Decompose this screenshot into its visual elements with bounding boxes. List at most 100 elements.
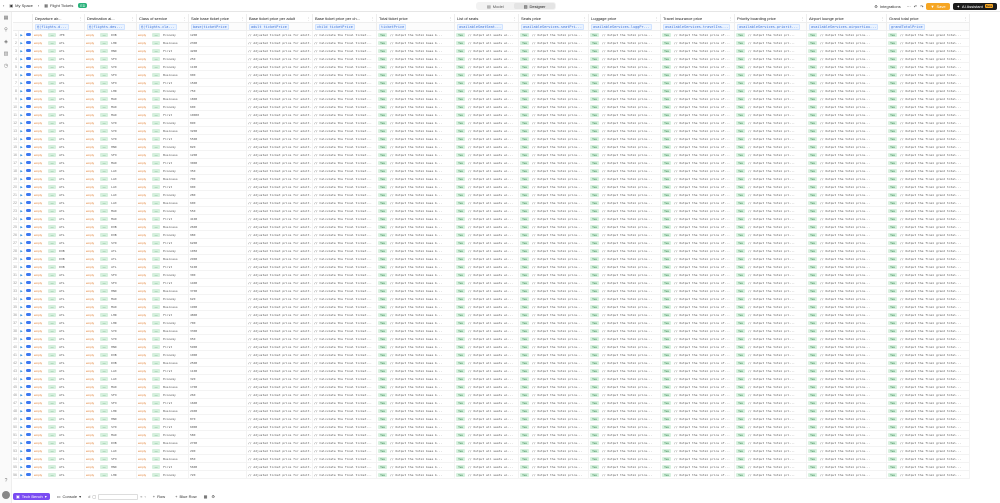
total-price-cell[interactable]: Yes// Output the total base b... bbox=[377, 446, 455, 455]
luggage-price-cell[interactable]: Yes// Output the total price... bbox=[589, 262, 661, 271]
class-cell[interactable]: empty — Economy bbox=[137, 334, 189, 343]
seats-list-cell[interactable]: Yes// Output all seats wi... bbox=[455, 118, 519, 127]
class-cell[interactable]: empty — Economy bbox=[137, 54, 189, 63]
luggage-price-cell[interactable]: Yes// Output the total price... bbox=[589, 454, 661, 463]
toggle-switch[interactable] bbox=[26, 305, 31, 308]
filter-icon[interactable]: ⚲ bbox=[0, 24, 12, 36]
seats-list-cell[interactable]: Yes// Output all seats wi... bbox=[455, 142, 519, 151]
column-menu-icon[interactable]: ⋮ bbox=[801, 17, 805, 21]
seats-list-cell[interactable]: Yes// Output all seats wi... bbox=[455, 38, 519, 47]
grand-total-cell[interactable]: Yes// Output the final grand total... bbox=[887, 446, 970, 455]
row-toggle[interactable] bbox=[25, 134, 33, 143]
page-input[interactable] bbox=[98, 493, 139, 500]
seats-list-cell[interactable]: Yes// Output all seats wi... bbox=[455, 446, 519, 455]
luggage-price-cell[interactable]: Yes// Output the total price... bbox=[589, 302, 661, 311]
lounge-price-cell[interactable]: Yes// Output the total price... bbox=[807, 382, 887, 391]
seats-price-cell[interactable]: Yes// Output the total price... bbox=[519, 206, 589, 215]
insurance-price-cell[interactable]: Yes// Output the total price of... bbox=[661, 342, 735, 351]
departure-cell[interactable]: empty — ATL bbox=[33, 294, 85, 303]
priority-price-cell[interactable]: Yes// Output the total pri... bbox=[735, 350, 807, 359]
toggle-switch[interactable] bbox=[26, 401, 31, 404]
row-toggle[interactable] bbox=[25, 302, 33, 311]
row-toggle[interactable] bbox=[25, 70, 33, 79]
class-cell[interactable]: empty — First bbox=[137, 366, 189, 375]
priority-price-cell[interactable]: Yes// Output the total pri... bbox=[735, 334, 807, 343]
column-menu-icon[interactable]: ⋮ bbox=[583, 17, 587, 21]
base-price-cell[interactable]: 5500 bbox=[189, 134, 247, 143]
row-toggle[interactable] bbox=[25, 454, 33, 463]
toggle-switch[interactable] bbox=[26, 81, 31, 84]
insurance-price-cell[interactable]: Yes// Output the total price of... bbox=[661, 470, 735, 479]
base-price-cell[interactable]: 1200 bbox=[189, 150, 247, 159]
destination-cell[interactable]: empty — ATL bbox=[85, 254, 137, 263]
breadcrumb-space[interactable]: ▣ My Space bbox=[6, 2, 36, 9]
seats-list-cell[interactable]: Yes// Output all seats wi... bbox=[455, 110, 519, 119]
destination-cell[interactable]: empty — LAX bbox=[85, 174, 137, 183]
adult-price-cell[interactable]: // Adjusted ticket price for adult... bbox=[247, 326, 313, 335]
priority-price-cell[interactable]: Yes// Output the total pri... bbox=[735, 46, 807, 55]
seats-price-cell[interactable]: Yes// Output the total price... bbox=[519, 398, 589, 407]
row-toggle[interactable] bbox=[25, 406, 33, 415]
column-header[interactable]: Travel insurance price ⋮ bbox=[661, 14, 735, 23]
total-price-cell[interactable]: Yes// Output the total base b... bbox=[377, 294, 455, 303]
destination-cell[interactable]: empty — DXB bbox=[85, 222, 137, 231]
base-price-cell[interactable]: 1800 bbox=[189, 94, 247, 103]
row-toggle[interactable] bbox=[25, 446, 33, 455]
child-price-cell[interactable]: // Calculate the final ticket... bbox=[313, 174, 377, 183]
total-price-cell[interactable]: Yes// Output the total base b... bbox=[377, 278, 455, 287]
departure-cell[interactable]: empty — ATL bbox=[33, 406, 85, 415]
destination-cell[interactable]: empty — MAD bbox=[85, 302, 137, 311]
seats-list-cell[interactable]: Yes// Output all seats wi... bbox=[455, 430, 519, 439]
class-cell[interactable]: empty — Economy bbox=[137, 246, 189, 255]
toggle-switch[interactable] bbox=[26, 97, 31, 100]
toggle-switch[interactable] bbox=[26, 193, 31, 196]
row-toggle[interactable] bbox=[25, 102, 33, 111]
grand-total-cell[interactable]: Yes// Output the final grand total... bbox=[887, 214, 970, 223]
row-toggle[interactable] bbox=[25, 78, 33, 87]
class-cell[interactable]: empty — Economy bbox=[137, 30, 189, 39]
toggle-switch[interactable] bbox=[26, 265, 31, 268]
insurance-price-cell[interactable]: Yes// Output the total price of... bbox=[661, 414, 735, 423]
priority-price-cell[interactable]: Yes// Output the total pri... bbox=[735, 446, 807, 455]
grand-total-cell[interactable]: Yes// Output the final grand total... bbox=[887, 142, 970, 151]
child-price-cell[interactable]: // Calculate the final ticket... bbox=[313, 62, 377, 71]
grand-total-cell[interactable]: Yes// Output the final grand total... bbox=[887, 390, 970, 399]
row-toggle[interactable] bbox=[25, 142, 33, 151]
child-price-cell[interactable]: // Calculate the final ticket... bbox=[313, 350, 377, 359]
lounge-price-cell[interactable]: Yes// Output the total price... bbox=[807, 462, 887, 471]
column-menu-icon[interactable]: ⋮ bbox=[183, 17, 187, 21]
luggage-price-cell[interactable]: Yes// Output the total price... bbox=[589, 54, 661, 63]
child-price-cell[interactable]: // Calculate the final ticket... bbox=[313, 390, 377, 399]
luggage-price-cell[interactable]: Yes// Output the total price... bbox=[589, 142, 661, 151]
grand-total-cell[interactable]: Yes// Output the final grand total... bbox=[887, 62, 970, 71]
column-header[interactable]: List of seats ⋮ bbox=[455, 14, 519, 23]
row-toggle[interactable] bbox=[25, 86, 33, 95]
seats-price-cell[interactable]: Yes// Output the total price... bbox=[519, 462, 589, 471]
luggage-price-cell[interactable]: Yes// Output the total price... bbox=[589, 470, 661, 479]
toggle-switch[interactable] bbox=[26, 321, 31, 324]
lounge-price-cell[interactable]: Yes// Output the total price... bbox=[807, 438, 887, 447]
priority-price-cell[interactable]: Yes// Output the total pri... bbox=[735, 62, 807, 71]
luggage-price-cell[interactable]: Yes// Output the total price... bbox=[589, 390, 661, 399]
row-toggle[interactable] bbox=[25, 398, 33, 407]
insurance-price-cell[interactable]: Yes// Output the total price of... bbox=[661, 102, 735, 111]
seats-price-cell[interactable]: Yes// Output the total price... bbox=[519, 94, 589, 103]
child-price-cell[interactable]: // Calculate the final ticket... bbox=[313, 414, 377, 423]
adult-price-cell[interactable]: // Adjusted ticket price for adult... bbox=[247, 46, 313, 55]
seats-list-cell[interactable]: Yes// Output all seats wi... bbox=[455, 358, 519, 367]
row-toggle[interactable] bbox=[25, 190, 33, 199]
lounge-price-cell[interactable]: Yes// Output the total price... bbox=[807, 230, 887, 239]
destination-cell[interactable]: empty — SFO bbox=[85, 390, 137, 399]
lounge-price-cell[interactable]: Yes// Output the total price... bbox=[807, 414, 887, 423]
toggle-switch[interactable] bbox=[26, 473, 31, 476]
destination-cell[interactable]: empty — MAD bbox=[85, 214, 137, 223]
luggage-price-cell[interactable]: Yes// Output the total price... bbox=[589, 358, 661, 367]
priority-price-cell[interactable]: Yes// Output the total pri... bbox=[735, 174, 807, 183]
grand-total-cell[interactable]: Yes// Output the final grand total... bbox=[887, 38, 970, 47]
destination-cell[interactable]: empty — ATL bbox=[85, 262, 137, 271]
insurance-price-cell[interactable]: Yes// Output the total price of... bbox=[661, 358, 735, 367]
luggage-price-cell[interactable]: Yes// Output the total price... bbox=[589, 422, 661, 431]
total-price-cell[interactable]: Yes// Output the total base b... bbox=[377, 366, 455, 375]
avatar[interactable] bbox=[0, 489, 12, 501]
priority-price-cell[interactable]: Yes// Output the total pri... bbox=[735, 150, 807, 159]
